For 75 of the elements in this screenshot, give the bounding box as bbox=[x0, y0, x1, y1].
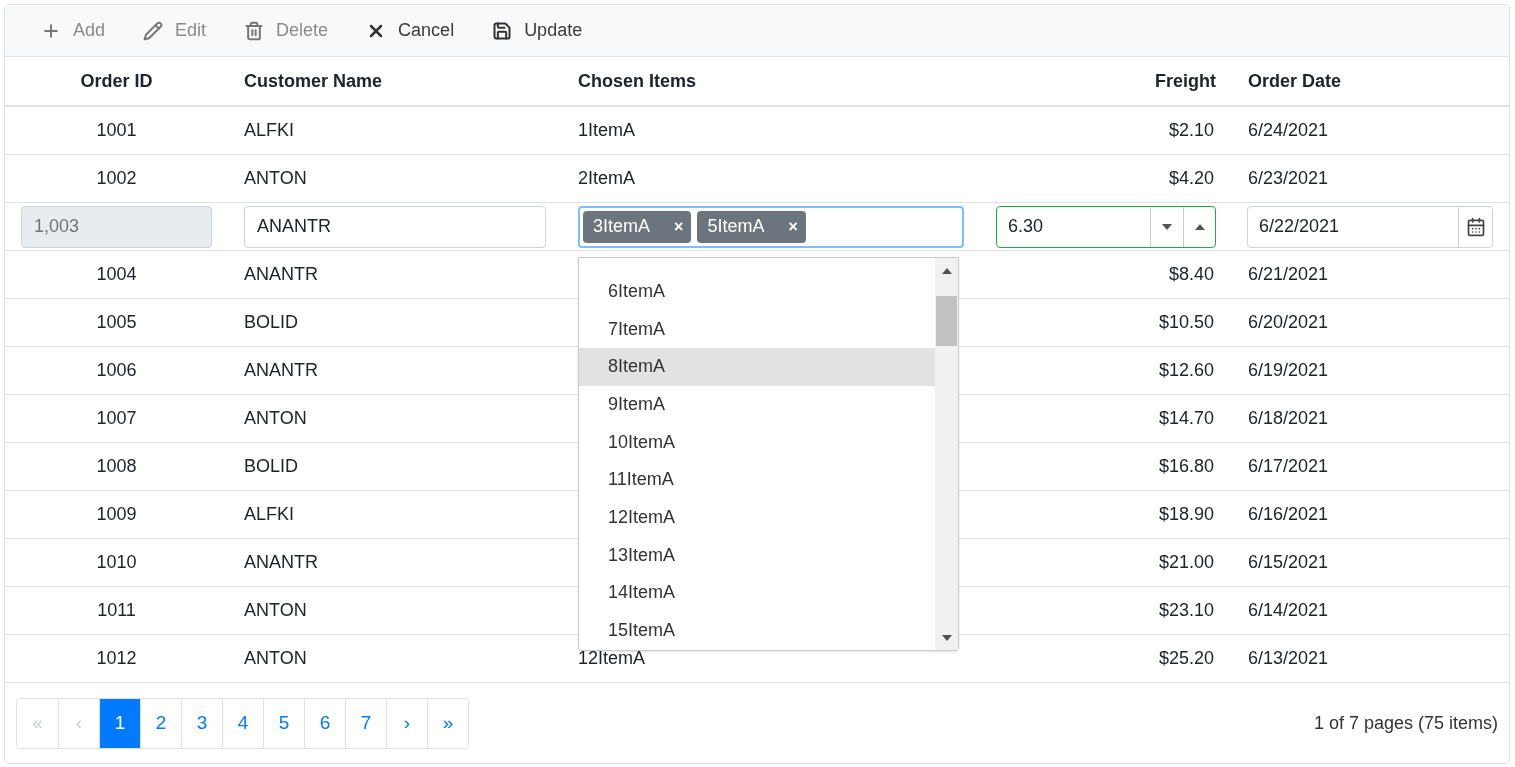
table-cell: 1004 bbox=[96, 264, 137, 284]
page-button[interactable]: » bbox=[427, 698, 468, 748]
caret-up-icon bbox=[1194, 223, 1205, 230]
column-header[interactable]: Customer Name bbox=[244, 70, 383, 91]
table-cell: $16.80 bbox=[1158, 456, 1214, 476]
order-id-field[interactable]: 1,003 bbox=[21, 205, 212, 248]
save-icon bbox=[492, 20, 513, 41]
toolbar-button[interactable]: Cancel bbox=[362, 10, 459, 51]
dropdown-option[interactable]: 8ItemA bbox=[579, 347, 935, 386]
table-cell: 1005 bbox=[96, 312, 137, 332]
trash-icon bbox=[244, 20, 265, 41]
multiselect-field[interactable]: 3ItemA × 5ItemA × bbox=[578, 205, 964, 248]
table-cell: $8.40 bbox=[1168, 264, 1214, 284]
table-cell: 1002 bbox=[96, 168, 137, 188]
remove-chip-button[interactable]: × bbox=[674, 214, 684, 239]
table-cell: 1007 bbox=[96, 408, 137, 428]
table-cell: ALFKI bbox=[244, 504, 295, 524]
chip-label: 5ItemA bbox=[707, 215, 765, 238]
table-cell: 1009 bbox=[96, 504, 137, 524]
table-cell: ALFKI bbox=[244, 120, 295, 140]
table-cell: 6/14/2021 bbox=[1248, 600, 1329, 620]
column-header[interactable]: Chosen Items bbox=[578, 70, 697, 91]
table-cell: ANANTR bbox=[244, 264, 318, 284]
column-header[interactable]: Freight bbox=[1155, 70, 1216, 91]
table-cell: BOLID bbox=[244, 312, 299, 332]
table-cell: $25.20 bbox=[1158, 648, 1214, 668]
table-cell: ANTON bbox=[244, 648, 307, 668]
table-cell: 6/18/2021 bbox=[1248, 408, 1329, 428]
column-header[interactable]: Order ID bbox=[80, 70, 153, 91]
table-cell: $23.10 bbox=[1158, 600, 1214, 620]
scroll-up-icon bbox=[941, 267, 952, 274]
table-cell: ANANTR bbox=[244, 360, 318, 380]
table-cell: 6/24/2021 bbox=[1248, 120, 1329, 140]
table-cell: 1010 bbox=[96, 552, 137, 572]
table-cell: 1ItemA bbox=[578, 120, 636, 140]
scrollbar[interactable] bbox=[935, 257, 958, 650]
table-cell: $21.00 bbox=[1158, 552, 1214, 572]
table-cell: $10.50 bbox=[1158, 312, 1214, 332]
table-cell: 1001 bbox=[96, 120, 137, 140]
toolbar-button[interactable]: Update bbox=[488, 10, 587, 51]
caret-down-icon bbox=[1162, 223, 1172, 230]
table-cell: $18.90 bbox=[1158, 504, 1214, 524]
calendar-icon bbox=[1465, 216, 1486, 237]
scroll-down-icon bbox=[941, 634, 952, 641]
pager-summary: 1 of 7 pages (75 items) bbox=[1313, 711, 1498, 735]
table-cell: BOLID bbox=[244, 456, 299, 476]
table-cell: $14.70 bbox=[1158, 408, 1214, 428]
table-cell: 1012 bbox=[96, 648, 137, 668]
table-cell: $4.20 bbox=[1168, 168, 1214, 188]
table-cell: 6/19/2021 bbox=[1248, 360, 1329, 380]
table-cell: ANANTR bbox=[244, 552, 318, 572]
table-cell: 1006 bbox=[96, 360, 137, 380]
table-cell: 6/23/2021 bbox=[1248, 168, 1329, 188]
table-cell: 1008 bbox=[96, 456, 137, 476]
table-cell: 6/15/2021 bbox=[1248, 552, 1329, 572]
scrollbar-thumb[interactable] bbox=[936, 295, 957, 346]
table-cell: ANTON bbox=[244, 168, 307, 188]
customer-field[interactable]: ANANTR bbox=[244, 205, 546, 248]
table-cell: 6/13/2021 bbox=[1248, 648, 1329, 668]
table-cell: 6/17/2021 bbox=[1248, 456, 1329, 476]
page-button[interactable]: 1 bbox=[99, 698, 140, 748]
table-cell: 6/16/2021 bbox=[1248, 504, 1329, 524]
table-cell: 2ItemA bbox=[578, 168, 636, 188]
table-cell: $2.10 bbox=[1168, 120, 1214, 140]
table-cell: 6/20/2021 bbox=[1248, 312, 1329, 332]
pencil-icon bbox=[143, 20, 164, 41]
table-cell: $12.60 bbox=[1158, 360, 1214, 380]
table-cell: ANTON bbox=[244, 408, 307, 428]
remove-chip-button[interactable]: × bbox=[788, 214, 798, 239]
chip-label: 3ItemA bbox=[593, 215, 651, 238]
table-cell: 6/21/2021 bbox=[1248, 264, 1329, 284]
column-header[interactable]: Order Date bbox=[1248, 70, 1342, 91]
table-cell: 1011 bbox=[97, 600, 136, 620]
table-cell: ANTON bbox=[244, 600, 307, 620]
table-cell: 12ItemA bbox=[578, 648, 646, 668]
